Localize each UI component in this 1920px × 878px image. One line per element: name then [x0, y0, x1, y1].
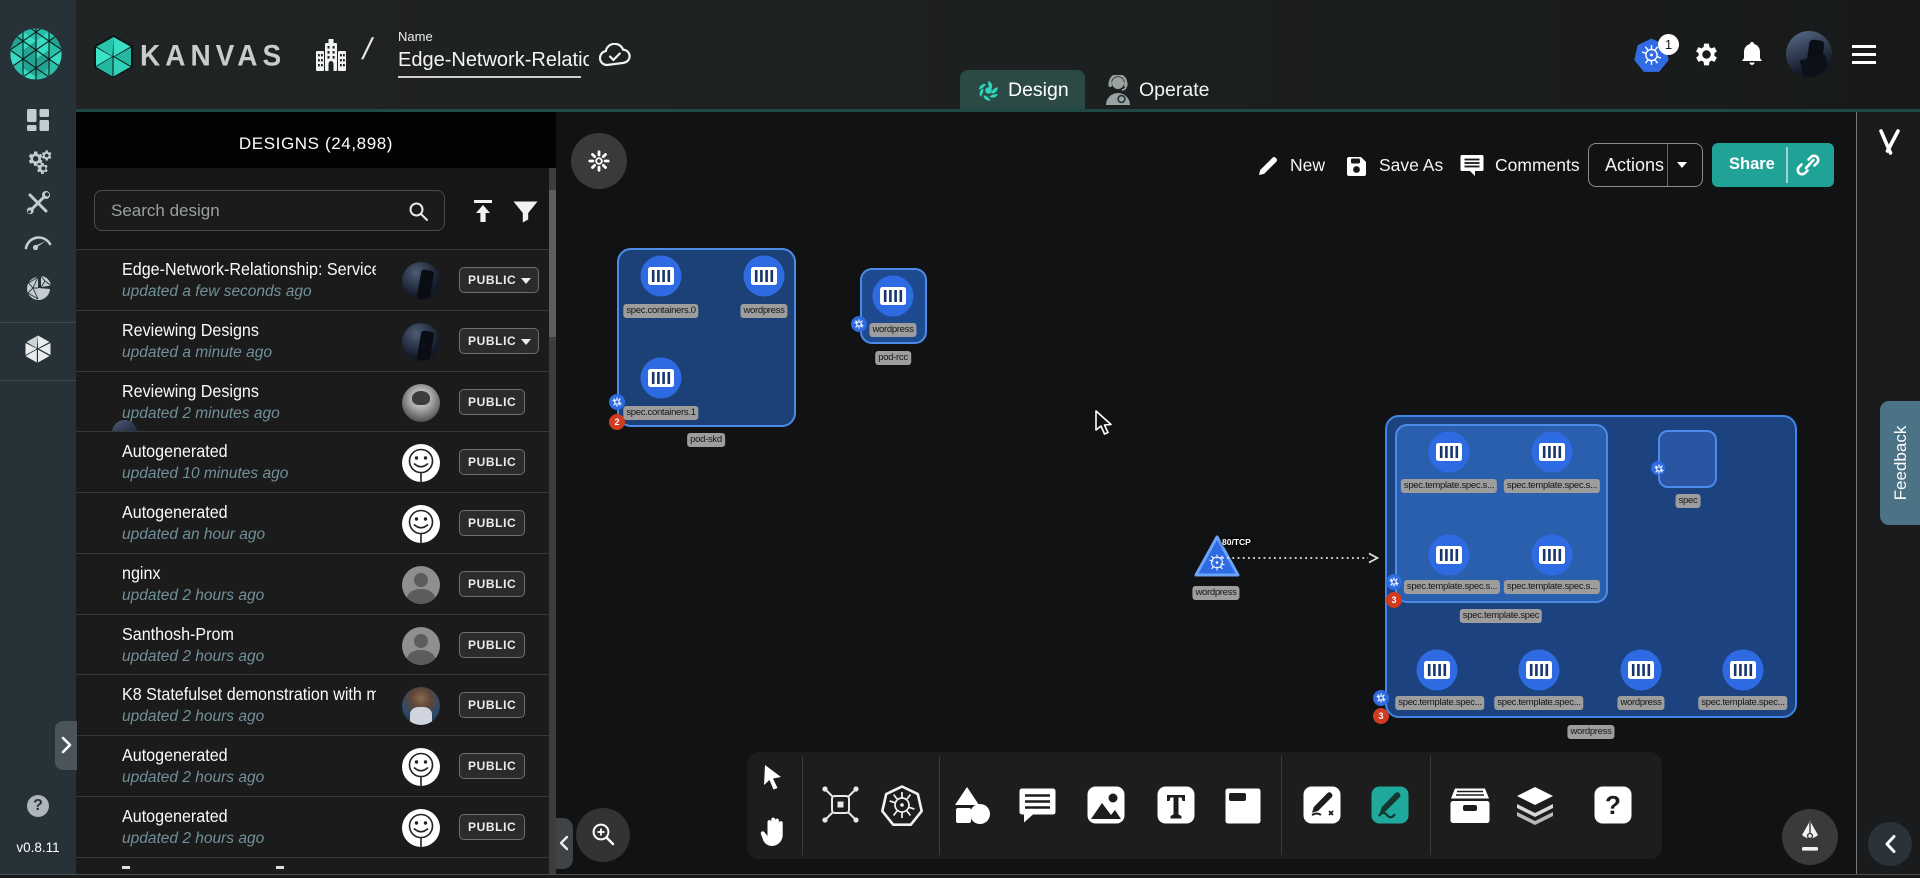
svg-text:?: ?	[1605, 790, 1621, 820]
